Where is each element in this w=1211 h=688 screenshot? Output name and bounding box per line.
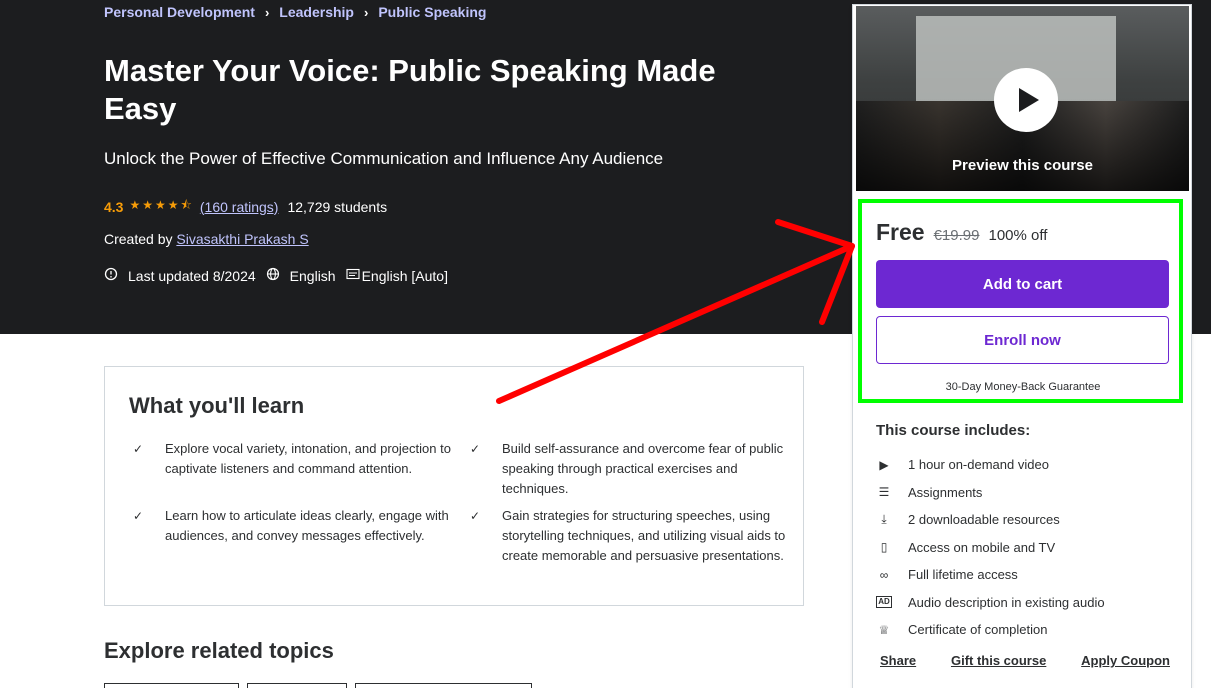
download-icon: ⤓ bbox=[881, 512, 887, 527]
course-meta: Last updated 8/2024 English English [Aut… bbox=[104, 267, 456, 284]
rating-row: 4.3 ★★★★⯪ (160 ratings) 12,729 students bbox=[104, 196, 387, 217]
highlight-box bbox=[858, 199, 1183, 403]
ratings-count-link[interactable]: (160 ratings) bbox=[200, 199, 279, 215]
learn-item-text: Explore vocal variety, intonation, and p… bbox=[165, 441, 451, 476]
course-subtitle: Unlock the Power of Effective Communicat… bbox=[104, 149, 664, 168]
infinity-icon: ∞ bbox=[879, 567, 889, 582]
check-icon: ✓ bbox=[470, 442, 481, 456]
includes-list: ▶ 1 hour on-demand video ☰ Assignments ⤓ 2 … bbox=[876, 451, 1105, 644]
includes-title: This course includes: bbox=[876, 422, 1031, 439]
list-item: ♕ Certificate of completion bbox=[876, 616, 1105, 644]
captions-icon bbox=[346, 268, 360, 283]
check-icon: ✓ bbox=[470, 509, 481, 523]
list-item: ▶ 1 hour on-demand video bbox=[876, 451, 1105, 479]
include-text: 2 downloadable resources bbox=[908, 512, 1060, 528]
alert-clock-icon bbox=[104, 267, 118, 284]
course-page: Personal Development › Leadership › Publ… bbox=[0, 0, 1211, 688]
breadcrumb: Personal Development › Leadership › Publ… bbox=[104, 4, 486, 20]
created-by-label: Created by bbox=[104, 231, 173, 247]
learn-item: ✓ Build self-assurance and overcome fear… bbox=[470, 439, 792, 499]
course-preview[interactable]: Preview this course bbox=[856, 6, 1189, 191]
learn-title: What you'll learn bbox=[129, 393, 305, 418]
breadcrumb-item-personal-development[interactable]: Personal Development bbox=[104, 4, 255, 20]
author-link[interactable]: Sivasakthi Prakash S bbox=[176, 231, 308, 247]
breadcrumb-item-public-speaking[interactable]: Public Speaking bbox=[378, 4, 486, 20]
apply-coupon-button[interactable]: Apply Coupon bbox=[1081, 653, 1170, 668]
preview-label[interactable]: Preview this course bbox=[856, 157, 1189, 174]
star-rating-icon: ★★★★⯪ bbox=[129, 198, 194, 212]
trophy-icon: ♕ bbox=[878, 622, 890, 637]
list-item: AD Audio description in existing audio bbox=[876, 589, 1105, 617]
include-text: Access on mobile and TV bbox=[908, 539, 1056, 555]
list-item: ▯ Access on mobile and TV bbox=[876, 534, 1105, 562]
related-topic-pill[interactable] bbox=[104, 683, 239, 688]
list-item: ⤓ 2 downloadable resources bbox=[876, 506, 1105, 534]
list-item: ☰ Assignments bbox=[876, 479, 1105, 507]
share-button[interactable]: Share bbox=[880, 653, 916, 668]
play-icon[interactable] bbox=[994, 68, 1058, 132]
list-item: ∞ Full lifetime access bbox=[876, 561, 1105, 589]
chevron-right-icon: › bbox=[264, 4, 270, 20]
check-icon: ✓ bbox=[133, 509, 144, 523]
learn-item: ✓ Explore vocal variety, intonation, and… bbox=[133, 439, 455, 479]
audio-description-icon: AD bbox=[876, 596, 892, 609]
share-row: Share Gift this course Apply Coupon bbox=[880, 653, 1170, 668]
learn-item-text: Gain strategies for structuring speeches… bbox=[502, 508, 786, 563]
check-icon: ✓ bbox=[133, 442, 144, 456]
learn-item-text: Learn how to articulate ideas clearly, e… bbox=[165, 508, 449, 543]
what-youll-learn: What you'll learn ✓ Explore vocal variet… bbox=[104, 366, 804, 606]
include-text: Audio description in existing audio bbox=[908, 594, 1105, 610]
video-icon: ▶ bbox=[879, 457, 889, 472]
include-text: 1 hour on-demand video bbox=[908, 457, 1049, 473]
created-by: Created by Sivasakthi Prakash S bbox=[104, 231, 309, 247]
globe-icon bbox=[266, 267, 280, 284]
related-topic-pill[interactable] bbox=[247, 683, 347, 688]
last-updated: Last updated 8/2024 bbox=[104, 267, 256, 284]
chevron-right-icon: › bbox=[363, 4, 369, 20]
learn-item: ✓ Learn how to articulate ideas clearly,… bbox=[133, 506, 455, 546]
assignment-icon: ☰ bbox=[878, 485, 890, 500]
breadcrumb-item-leadership[interactable]: Leadership bbox=[279, 4, 354, 20]
include-text: Full lifetime access bbox=[908, 567, 1018, 583]
related-topics-title: Explore related topics bbox=[104, 638, 334, 663]
related-topic-pill[interactable] bbox=[355, 683, 532, 688]
learn-item-text: Build self-assurance and overcome fear o… bbox=[502, 441, 784, 496]
captions-text: English [Auto] bbox=[361, 267, 448, 284]
include-text: Assignments bbox=[908, 484, 983, 500]
gift-course-button[interactable]: Gift this course bbox=[951, 653, 1046, 668]
mobile-icon: ▯ bbox=[880, 540, 888, 555]
last-updated-text: Last updated 8/2024 bbox=[128, 267, 256, 284]
course-title: Master Your Voice: Public Speaking Made … bbox=[104, 53, 716, 126]
captions: English [Auto] bbox=[346, 268, 448, 284]
students-count: 12,729 students bbox=[287, 198, 388, 215]
include-text: Certificate of completion bbox=[908, 622, 1048, 638]
rating-value: 4.3 bbox=[104, 198, 124, 215]
learn-item: ✓ Gain strategies for structuring speech… bbox=[470, 506, 792, 566]
language: English bbox=[266, 267, 336, 284]
language-text: English bbox=[289, 267, 336, 284]
